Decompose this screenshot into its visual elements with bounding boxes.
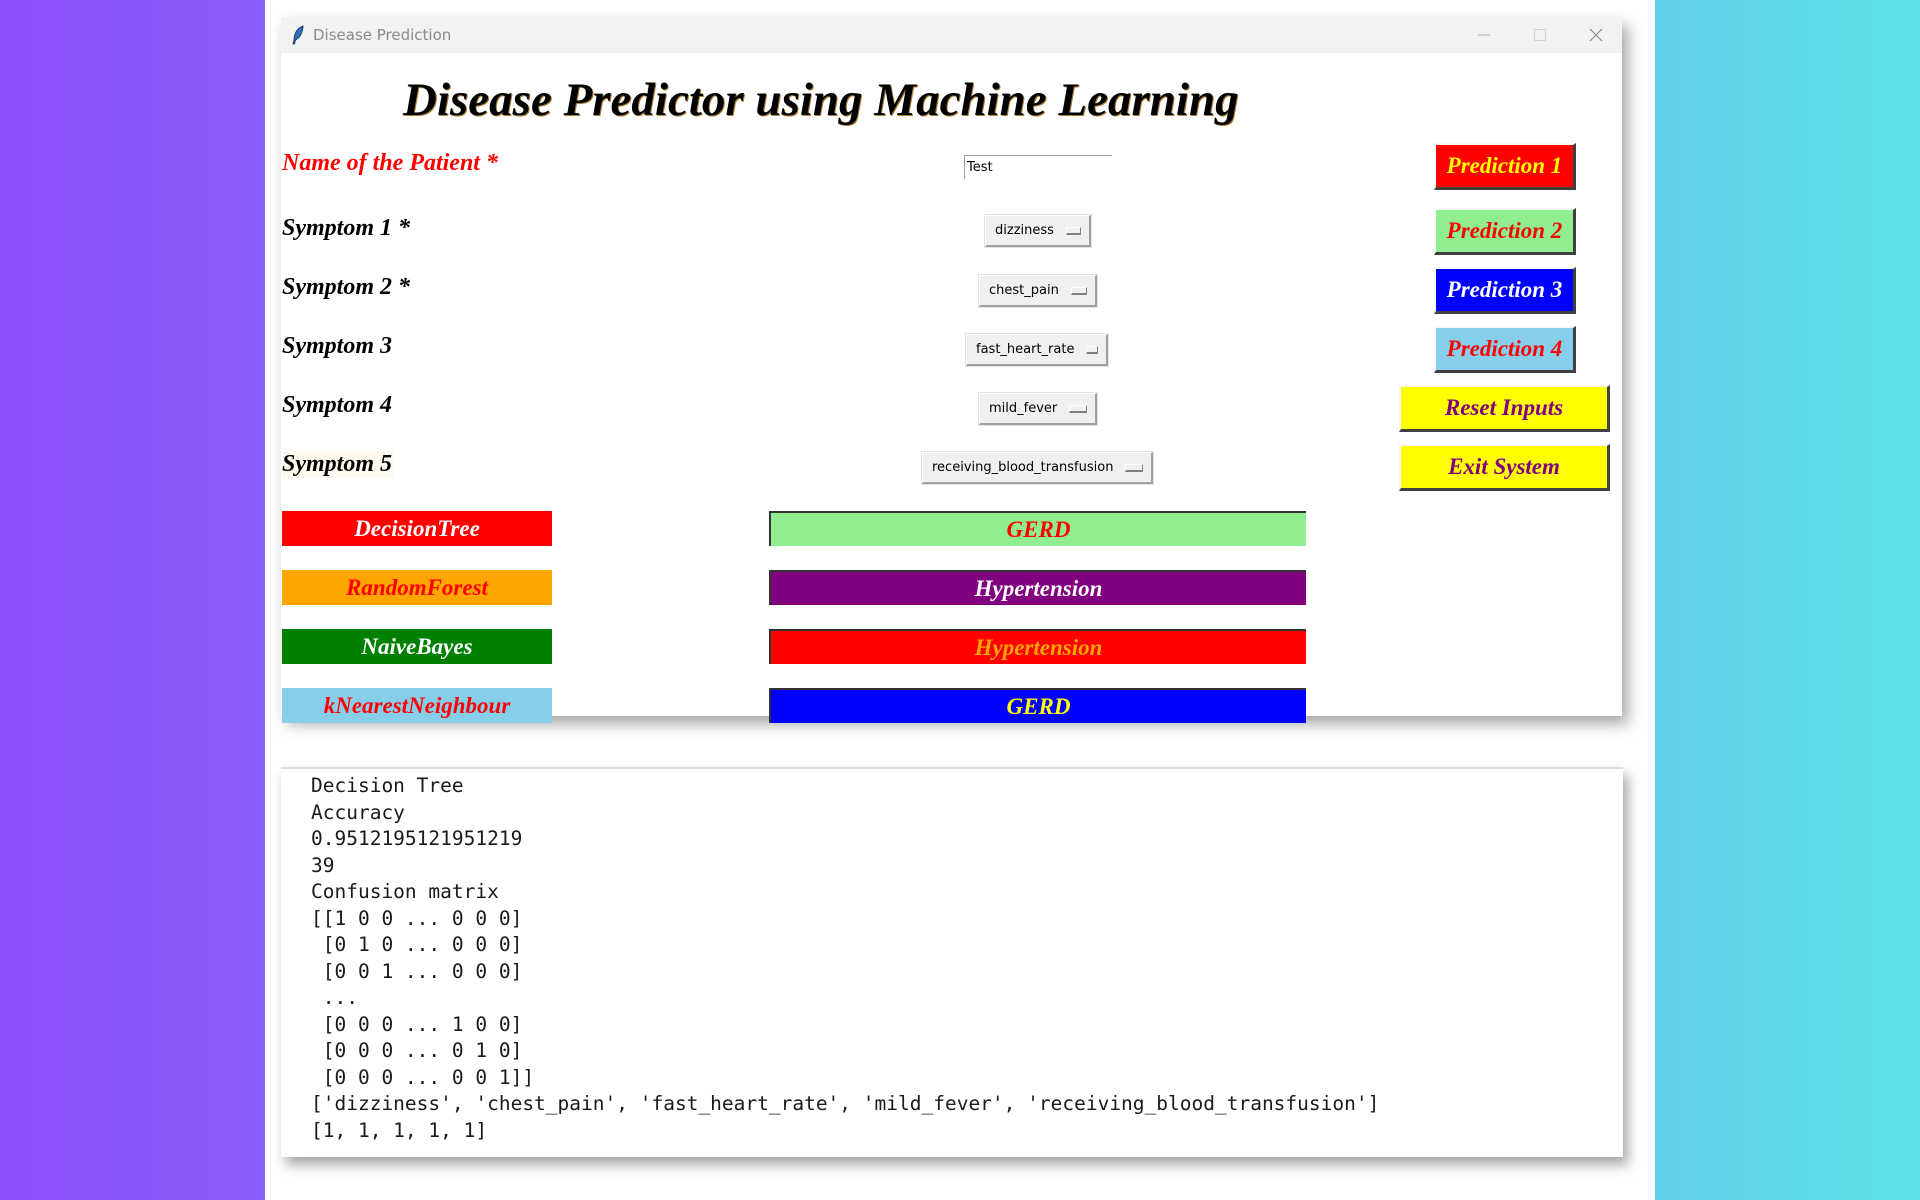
maximize-icon	[1534, 29, 1546, 41]
console-line: [0 0 0 ... 0 1 0]	[311, 1039, 523, 1062]
prediction-1-button[interactable]: Prediction 1	[1434, 143, 1576, 190]
symptom-1-label: Symptom 1 *	[282, 215, 411, 241]
symptom-5-label: Symptom 5	[282, 451, 395, 478]
symptom-4-value: mild_fever	[989, 401, 1058, 416]
symptom-5-dropdown[interactable]: receiving_blood_transfusion	[922, 452, 1153, 484]
patient-name-input[interactable]: Test	[964, 155, 1112, 179]
console-line: Decision Tree	[311, 774, 464, 797]
console-output-panel: Decision Tree Accuracy 0.9512195121951219 3…	[281, 767, 1623, 1157]
dropdown-indicator-icon	[1065, 226, 1081, 235]
prediction-2-button[interactable]: Prediction 2	[1434, 208, 1576, 255]
dropdown-indicator-icon	[1086, 345, 1098, 354]
random-forest-label: RandomForest	[282, 570, 552, 605]
exit-system-button[interactable]: Exit System	[1399, 444, 1610, 491]
naive-bayes-result: Hypertension	[769, 629, 1306, 664]
console-line: Confusion matrix	[311, 880, 499, 903]
console-line: 39	[311, 853, 335, 877]
symptom-5-value: receiving_blood_transfusion	[932, 460, 1114, 475]
naive-bayes-label: NaiveBayes	[282, 629, 552, 664]
decision-tree-label: DecisionTree	[282, 511, 552, 546]
symptom-4-dropdown[interactable]: mild_fever	[979, 393, 1097, 425]
background-left	[0, 0, 265, 1200]
symptom-1-value: dizziness	[995, 223, 1054, 238]
console-line: [0 0 0 ... 1 0 0]	[311, 1012, 523, 1036]
console-line: ...	[311, 986, 358, 1009]
symptom-3-value: fast_heart_rate	[976, 342, 1075, 357]
knn-label: kNearestNeighbour	[282, 688, 552, 723]
symptom-1-dropdown[interactable]: dizziness	[985, 215, 1091, 247]
close-button[interactable]	[1573, 17, 1619, 53]
console-line: [0 0 1 ... 0 0 0]	[311, 959, 523, 983]
reset-inputs-button[interactable]: Reset Inputs	[1399, 385, 1610, 432]
close-icon	[1589, 28, 1603, 42]
console-line: [0 1 0 ... 0 0 0]	[311, 933, 523, 956]
console-line: ['dizziness', 'chest_pain', 'fast_heart_…	[311, 1092, 1380, 1115]
knn-result: GERD	[769, 688, 1306, 723]
symptom-3-dropdown[interactable]: fast_heart_rate	[966, 334, 1108, 366]
console-line: [1, 1, 1, 1, 1]	[311, 1118, 488, 1142]
symptom-2-label: Symptom 2 *	[282, 274, 411, 300]
window-title: Disease Prediction	[313, 26, 452, 44]
page-title: Disease Predictor using Machine Learning	[403, 74, 1239, 126]
dropdown-indicator-icon	[1125, 463, 1143, 472]
symptom-2-value: chest_pain	[989, 283, 1059, 298]
random-forest-result: Hypertension	[769, 570, 1306, 605]
title-bar[interactable]: Disease Prediction	[281, 17, 1622, 53]
console-line: 0.9512195121951219	[311, 827, 523, 850]
main-form: Disease Predictor using Machine Learning…	[281, 53, 1622, 723]
symptom-3-label: Symptom 3	[282, 333, 393, 359]
console-line: [0 0 0 ... 0 0 1]]	[311, 1065, 535, 1089]
console-line: Accuracy	[311, 800, 405, 824]
decision-tree-result: GERD	[769, 511, 1306, 546]
patient-name-label: Name of the Patient *	[282, 150, 498, 176]
dropdown-indicator-icon	[1070, 286, 1087, 295]
background-right	[1655, 0, 1920, 1200]
symptom-2-dropdown[interactable]: chest_pain	[979, 275, 1097, 307]
dropdown-indicator-icon	[1069, 404, 1087, 413]
console-output-text: Decision Tree Accuracy 0.9512195121951219 3…	[311, 773, 1379, 1144]
console-line: [[1 0 0 ... 0 0 0]	[311, 906, 523, 930]
minimize-button[interactable]	[1461, 17, 1507, 53]
symptom-4-label: Symptom 4	[282, 392, 393, 418]
app-window: Disease Prediction Disease Predictor usi…	[281, 17, 1622, 723]
feather-icon	[291, 25, 305, 45]
maximize-button[interactable]	[1517, 17, 1563, 53]
prediction-4-button[interactable]: Prediction 4	[1434, 326, 1576, 373]
prediction-3-button[interactable]: Prediction 3	[1434, 267, 1576, 314]
minimize-icon	[1478, 34, 1490, 36]
